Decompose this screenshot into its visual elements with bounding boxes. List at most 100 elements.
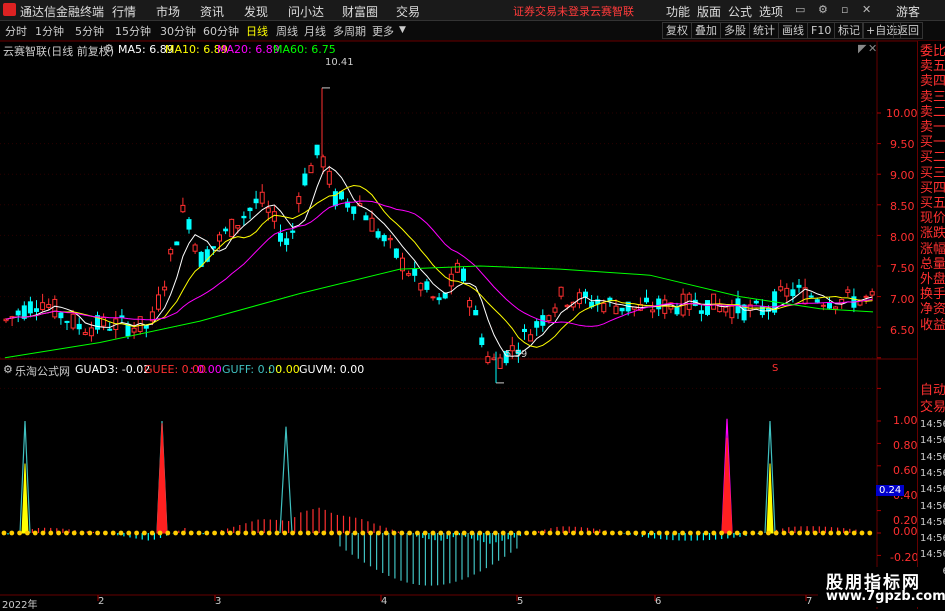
side-panel-label: 买三	[920, 165, 945, 181]
menu-jiaoyi[interactable]: 交易	[396, 3, 420, 20]
trade-time: 14:56	[920, 500, 945, 512]
baseline-dot	[391, 530, 397, 536]
baseline-dot	[586, 530, 592, 536]
baseline-dot	[56, 530, 61, 536]
period-15min[interactable]: 15分钟	[115, 23, 151, 39]
period-monthly[interactable]: 月线	[304, 23, 326, 39]
side-panel-label: 卖一	[920, 120, 945, 135]
period-30min[interactable]: 30分钟	[160, 23, 196, 39]
period-weekly[interactable]: 周线	[276, 23, 298, 39]
diejia-button[interactable]: 叠加	[691, 22, 721, 39]
period-5min[interactable]: 5分钟	[75, 23, 104, 39]
menu-shichang[interactable]: 市场	[156, 3, 180, 20]
menu-caifuquan[interactable]: 财富圈	[342, 3, 378, 20]
baseline-dot	[524, 530, 529, 536]
baseline-dot	[797, 530, 802, 536]
baseline-dot	[313, 530, 319, 536]
baseline-dot	[95, 530, 100, 536]
tongji-button[interactable]: 统计	[749, 22, 779, 39]
ind-y-tick: -0.20	[890, 551, 919, 564]
f10-button[interactable]: F10	[807, 22, 836, 39]
baseline-dot	[539, 530, 545, 536]
menu-xuanxiang[interactable]: 选项	[759, 3, 783, 20]
candle-body	[259, 191, 265, 204]
baseline-dot	[9, 530, 15, 536]
kline-chart[interactable]	[0, 41, 917, 609]
baseline-dot	[867, 530, 873, 536]
baseline-dot	[337, 530, 342, 536]
pane-max-icon[interactable]: ◤	[858, 42, 866, 55]
login-notice[interactable]: 证券交易未登录	[513, 3, 590, 19]
menu-gongneng[interactable]: 功能	[666, 3, 690, 20]
side-panel-lower-label[interactable]: 交易	[920, 400, 945, 415]
candle-body	[192, 244, 198, 252]
more-dropdown-icon[interactable]: ▼	[399, 25, 406, 35]
period-60min[interactable]: 60分钟	[203, 23, 239, 39]
period-fenshi[interactable]: 分时	[5, 23, 27, 39]
period-daily[interactable]: 日线	[246, 23, 268, 39]
baseline-dot	[422, 530, 428, 536]
candle-body	[534, 321, 540, 328]
side-panel-label: 净资	[920, 302, 945, 318]
candle-body	[436, 297, 442, 301]
duogu-button[interactable]: 多股	[720, 22, 750, 39]
y-tick: 8.50	[890, 200, 915, 213]
baseline-dot	[196, 530, 202, 536]
candle-body	[46, 304, 52, 308]
settings-icon[interactable]: ⚙	[818, 3, 828, 16]
candle-body	[723, 306, 729, 313]
biaoji-button[interactable]: 标记	[834, 22, 864, 39]
fuquan-button[interactable]: 复权	[662, 22, 692, 39]
menu-faxian[interactable]: 发现	[244, 3, 268, 20]
baseline-dot	[617, 530, 623, 536]
candle-body	[64, 320, 70, 323]
close-icon[interactable]: ✕	[862, 3, 871, 16]
side-panel-lower-label[interactable]: 自动	[920, 383, 945, 398]
candle-body	[814, 299, 820, 303]
menu-gongshi[interactable]: 公式	[728, 3, 752, 20]
period-more[interactable]: 更多	[372, 23, 394, 39]
candle-body	[180, 204, 186, 213]
baseline-dot	[243, 530, 249, 536]
chart-area[interactable]: 云赛智联(日线 前复权) ⚙ MA5: 6.89 MA10: 6.89 MA20…	[0, 41, 945, 611]
indicator-gear-icon[interactable]: ⚙	[3, 363, 13, 376]
guad3-legend: GUAD3: -0.02	[75, 363, 151, 376]
menu-hangqing[interactable]: 行情	[112, 3, 136, 20]
side-panel-label: 涨跌	[920, 226, 945, 242]
ma60-legend: MA60: 6.75	[273, 43, 336, 56]
stock-name-notice: 云赛智联	[590, 5, 634, 18]
ind-y-tick: 0.80	[893, 439, 918, 452]
candle-body	[387, 237, 393, 241]
back-button[interactable]: 返回	[893, 22, 923, 39]
menu-wenxiaoda[interactable]: 问小达	[288, 3, 324, 20]
candle-body	[497, 357, 503, 369]
huaxian-button[interactable]: 画线	[778, 22, 808, 39]
minimize-icon[interactable]: ▭	[795, 3, 805, 16]
pane-close-icon[interactable]: ✕	[868, 42, 877, 55]
side-panel-label: 卖五	[920, 59, 945, 75]
candle-body	[674, 307, 680, 315]
menu-zixun[interactable]: 资讯	[200, 3, 224, 20]
trade-time: 14:56	[920, 419, 945, 430]
period-multi[interactable]: 多周期	[333, 23, 366, 39]
baseline-dot	[274, 530, 280, 536]
baseline-dot	[352, 530, 358, 536]
user-label[interactable]: 游客	[896, 3, 920, 20]
stock-title: 云赛智联(日线 前复权)	[3, 45, 115, 58]
y-tick: 10.00	[886, 107, 918, 120]
baseline-dot	[48, 530, 54, 536]
baseline-dot	[173, 530, 179, 536]
x-tick: 6	[655, 596, 662, 607]
period-1min[interactable]: 1分钟	[35, 23, 64, 39]
baseline-dot	[454, 530, 459, 536]
trade-time: 14:56	[920, 484, 945, 496]
settings-gear-icon[interactable]: ⚙	[104, 42, 114, 55]
candle-body	[332, 191, 338, 207]
restore-icon[interactable]: ▫	[841, 3, 848, 16]
baseline-dot	[493, 530, 498, 536]
baseline-dot	[188, 530, 194, 536]
guff-sub-legend: : 0.00	[268, 363, 300, 376]
baseline-dot	[87, 530, 93, 536]
menu-banmian[interactable]: 版面	[697, 3, 721, 20]
indicator-baseline-dots	[1, 530, 873, 536]
